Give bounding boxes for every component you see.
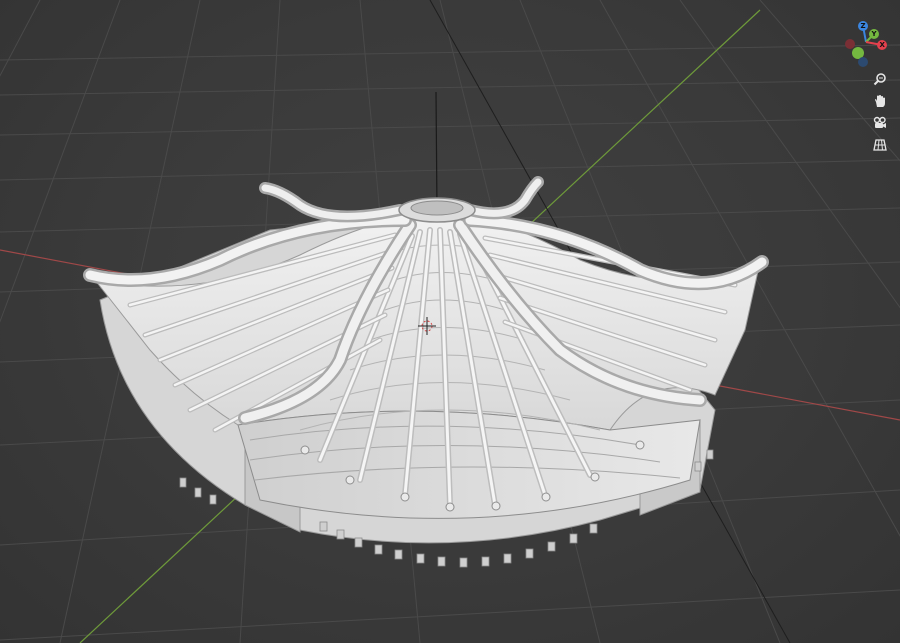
viewport-scene — [0, 0, 900, 643]
pavilion-roof-model[interactable] — [83, 176, 769, 568]
zoom-button[interactable] — [870, 70, 890, 87]
y-axis-label: Y — [871, 29, 877, 38]
camera-view-button[interactable] — [870, 114, 890, 131]
navigation-tools — [868, 70, 892, 153]
grid-perspective-icon — [873, 138, 887, 151]
hand-icon — [875, 94, 885, 107]
x-axis-label: X — [879, 40, 885, 49]
neg-x-handle[interactable] — [845, 39, 855, 49]
neg-z-handle[interactable] — [858, 57, 868, 67]
pan-button[interactable] — [870, 92, 890, 109]
camera-icon — [873, 116, 886, 128]
navigation-gizmo[interactable]: Z Y X — [836, 18, 892, 74]
perspective-toggle-button[interactable] — [870, 136, 890, 153]
3d-viewport[interactable]: Z Y X — [0, 0, 900, 643]
z-axis-label: Z — [860, 21, 866, 30]
magnifier-icon — [873, 72, 886, 85]
